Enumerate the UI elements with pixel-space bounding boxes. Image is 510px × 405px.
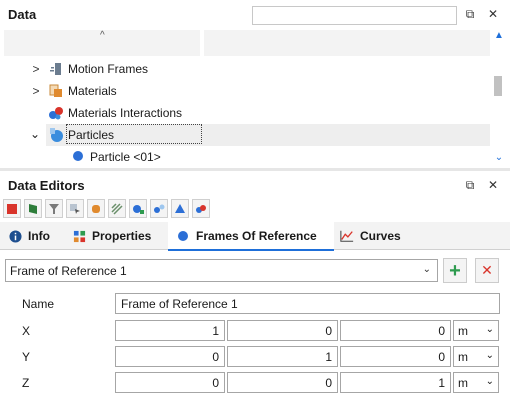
x-component-3[interactable]: 0 <box>340 320 451 341</box>
remove-frame-button[interactable]: ✕ <box>475 258 499 283</box>
cylinder-tool-button[interactable] <box>87 199 105 218</box>
y-component-2[interactable]: 1 <box>227 346 338 367</box>
x-component-1[interactable]: 1 <box>115 320 225 341</box>
restore-icon[interactable]: ⧉ <box>462 177 478 193</box>
scroll-up-icon[interactable]: ▲ <box>492 30 506 42</box>
cone-tool-button[interactable] <box>171 199 189 218</box>
tree-item-label: Materials Interactions <box>68 106 183 120</box>
sort-ascending-icon: ^ <box>100 30 105 41</box>
tab-frames-of-reference[interactable]: Frames Of Reference <box>168 222 334 251</box>
name-label: Name <box>22 297 55 311</box>
frame-of-reference-select[interactable]: Frame of Reference 1 ⌄ <box>5 259 438 282</box>
remove-icon: ✕ <box>481 262 493 278</box>
info-icon <box>8 229 22 243</box>
green-surface-tool-button[interactable] <box>24 199 42 218</box>
name-field[interactable]: Frame of Reference 1 <box>115 293 500 314</box>
tree-item-label: Materials <box>68 84 117 98</box>
tab-properties[interactable]: Properties <box>64 222 168 250</box>
cone-icon <box>175 203 185 213</box>
z-unit-select[interactable]: m ⌄ <box>453 372 499 393</box>
x-component-2[interactable]: 0 <box>227 320 338 341</box>
close-icon[interactable]: ✕ <box>485 177 501 193</box>
data-search-input[interactable] <box>252 6 457 25</box>
unit-value: m <box>458 349 468 364</box>
data-panel-title: Data <box>8 7 37 22</box>
editors-panel-title: Data Editors <box>8 178 85 193</box>
close-icon[interactable]: ✕ <box>485 6 501 22</box>
z-component-3[interactable]: 1 <box>340 372 451 393</box>
z-component-1[interactable]: 0 <box>115 372 225 393</box>
scroll-down-icon[interactable]: ⌄ <box>492 152 506 164</box>
z-component-2[interactable]: 0 <box>227 372 338 393</box>
chevron-down-icon: ⌄ <box>485 324 494 335</box>
scroll-thumb[interactable] <box>494 76 502 96</box>
x-unit-select[interactable]: m ⌄ <box>453 320 499 341</box>
expand-chevron-icon[interactable]: > <box>30 84 42 98</box>
add-frame-button[interactable]: + <box>443 258 467 283</box>
editor-tabs: Info Properties Frames Of Reference Curv… <box>0 222 510 251</box>
unit-value: m <box>458 323 468 338</box>
particle-link-icon <box>154 204 165 213</box>
frame-of-reference-value: Frame of Reference 1 <box>10 263 127 278</box>
red-cube-icon <box>7 203 17 214</box>
pattern-tool-button[interactable] <box>108 199 126 218</box>
tab-label: Properties <box>92 229 152 243</box>
x-label: X <box>22 324 31 338</box>
particle-link-tool-button[interactable] <box>150 199 168 218</box>
pick-icon <box>70 203 80 214</box>
materials-interactions-icon <box>49 107 63 120</box>
pick-tool-button[interactable] <box>66 199 84 218</box>
materials-icon <box>49 84 62 97</box>
add-particle-tool-button[interactable] <box>129 199 147 218</box>
tab-curves[interactable]: Curves <box>334 222 418 250</box>
tree-item-particles[interactable]: Particles <box>46 124 490 146</box>
particle-dot-icon <box>73 151 83 161</box>
y-unit-select[interactable]: m ⌄ <box>453 346 499 367</box>
y-label: Y <box>22 350 31 364</box>
properties-icon <box>72 229 86 243</box>
editor-toolbar <box>0 197 510 221</box>
funnel-icon <box>49 203 59 214</box>
plus-icon: + <box>449 259 461 282</box>
z-label: Z <box>22 376 30 390</box>
tree-item-label: Particles <box>68 128 115 142</box>
tree-item-label: Particle <01> <box>90 150 161 164</box>
interaction-icon <box>196 204 206 213</box>
chevron-down-icon: ⌄ <box>485 350 494 361</box>
add-particle-icon <box>133 204 144 214</box>
chevron-down-icon: ⌄ <box>422 264 431 275</box>
funnel-tool-button[interactable] <box>45 199 63 218</box>
tab-info[interactable]: Info <box>0 222 64 250</box>
editors-panel-header: Data Editors ⧉ ✕ <box>0 171 510 199</box>
collapse-chevron-icon[interactable]: ⌄ <box>30 127 40 141</box>
pattern-icon <box>111 202 123 215</box>
data-panel-header: Data ⧉ ✕ <box>0 0 510 28</box>
tab-label: Frames Of Reference <box>196 228 317 243</box>
tree-column-header[interactable]: ^ <box>4 30 200 56</box>
red-cube-tool-button[interactable] <box>3 199 21 218</box>
interaction-tool-button[interactable] <box>192 199 210 218</box>
tree-item-motion-frames[interactable]: > Motion Frames <box>0 58 490 80</box>
tree-item-particle-01[interactable]: Particle <01> <box>0 146 490 168</box>
y-component-1[interactable]: 0 <box>115 346 225 367</box>
cylinder-icon <box>92 204 100 213</box>
tree-column-header-2[interactable] <box>204 30 490 56</box>
tree-scrollbar[interactable]: ▲ ⌄ <box>492 30 506 166</box>
frame-dot-icon <box>176 229 190 243</box>
curves-icon <box>340 229 354 243</box>
chevron-down-icon: ⌄ <box>485 376 494 387</box>
data-tree: ^ > Motion Frames > Materials Materials … <box>0 28 510 168</box>
tree-item-materials[interactable]: > Materials <box>0 80 490 102</box>
tree-item-materials-interactions[interactable]: Materials Interactions <box>0 102 490 124</box>
particles-icon <box>50 128 63 142</box>
motion-frames-icon <box>50 63 61 75</box>
tree-item-label: Motion Frames <box>68 62 149 76</box>
expand-chevron-icon[interactable]: > <box>30 62 42 76</box>
green-surface-icon <box>29 203 37 214</box>
unit-value: m <box>458 375 468 390</box>
tab-label: Info <box>28 229 50 243</box>
restore-icon[interactable]: ⧉ <box>462 6 478 22</box>
y-component-3[interactable]: 0 <box>340 346 451 367</box>
tab-label: Curves <box>360 229 401 243</box>
